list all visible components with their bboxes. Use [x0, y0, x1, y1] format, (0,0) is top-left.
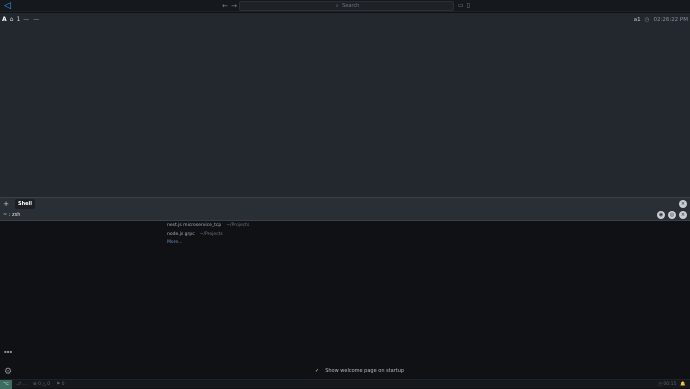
close-icon[interactable]: ×: [679, 211, 687, 219]
recent-path: ~/Projects: [199, 231, 223, 237]
arch-logo-icon: A: [2, 16, 7, 23]
workspace-label: a1: [633, 17, 641, 23]
target-icon[interactable]: ◎: [668, 211, 676, 219]
recent-projects: nest.js microservice_tcp ~/Projects node.…: [167, 222, 367, 248]
terminal-actions: ◉ ◎ ×: [657, 211, 687, 219]
recent-name: nest.js microservice_tcp: [167, 223, 222, 228]
forward-arrow-icon[interactable]: →: [229, 1, 239, 11]
layout-controls: ▭ ▯: [458, 1, 470, 11]
tab-shell[interactable]: Shell: [15, 199, 35, 209]
record-icon[interactable]: ◉: [657, 211, 665, 219]
clock-icon: ◷: [644, 17, 650, 23]
panel-toggle-icon[interactable]: ▯: [467, 1, 470, 11]
accounts-icon[interactable]: ▪▪▪: [3, 349, 13, 359]
shell-area[interactable]: A ⌂ 1 — — a1 ◷ 02:26:22 PM: [0, 13, 690, 197]
clock-time: 02:26:22 PM: [653, 17, 688, 23]
search-placeholder: Search: [342, 3, 360, 9]
layout-icon[interactable]: ▭: [458, 1, 464, 11]
gear-icon[interactable]: ⚙: [3, 367, 13, 377]
home-icon[interactable]: ⌂: [10, 15, 14, 25]
shell-status-bar: A ⌂ 1 — — a1 ◷ 02:26:22 PM: [0, 13, 690, 27]
list-item[interactable]: node.js grpc ~/Projects: [167, 231, 367, 240]
panel-tabs: + Shell: [0, 199, 35, 209]
activity-bar-bottom: ▪▪▪ ⚙: [3, 349, 15, 377]
close-panel-icon[interactable]: ×: [679, 200, 687, 208]
title-bar: ◁ ← → ⌕ Search ▭ ▯: [0, 0, 690, 12]
app-logo-icon[interactable]: ◁: [4, 1, 14, 11]
search-icon: ⌕: [335, 3, 339, 9]
welcome-startup-toggle[interactable]: ✓ Show welcome page on startup: [315, 367, 404, 375]
check-icon[interactable]: ✓: [315, 367, 319, 375]
list-item[interactable]: nest.js microservice_tcp ~/Projects: [167, 222, 367, 231]
terminal-panel: + Shell × ~ : zsh ◉ ◎ ×: [0, 197, 690, 221]
add-terminal-button[interactable]: +: [0, 199, 12, 209]
shell-right-widgets: a1 ◷ 02:26:22 PM: [634, 15, 688, 25]
recent-name: node.js grpc: [167, 231, 195, 237]
status-bar: ⌥ ⎇ ... ⊗ 0 △ 0 ⚑ 0 ◷ 00:15 🔔: [0, 379, 690, 389]
more-link[interactable]: More...: [167, 239, 367, 248]
workspace-separator: — —: [23, 16, 41, 23]
shell-left-widgets: A ⌂ 1 — —: [2, 15, 40, 25]
welcome-label: Show welcome page on startup: [325, 368, 405, 374]
search-input[interactable]: ⌕ Search: [239, 1, 454, 11]
terminal-instance[interactable]: ~ : zsh: [3, 211, 20, 219]
workspace-indicator[interactable]: 1: [16, 15, 20, 25]
recent-path: ~/Projects: [226, 223, 250, 228]
